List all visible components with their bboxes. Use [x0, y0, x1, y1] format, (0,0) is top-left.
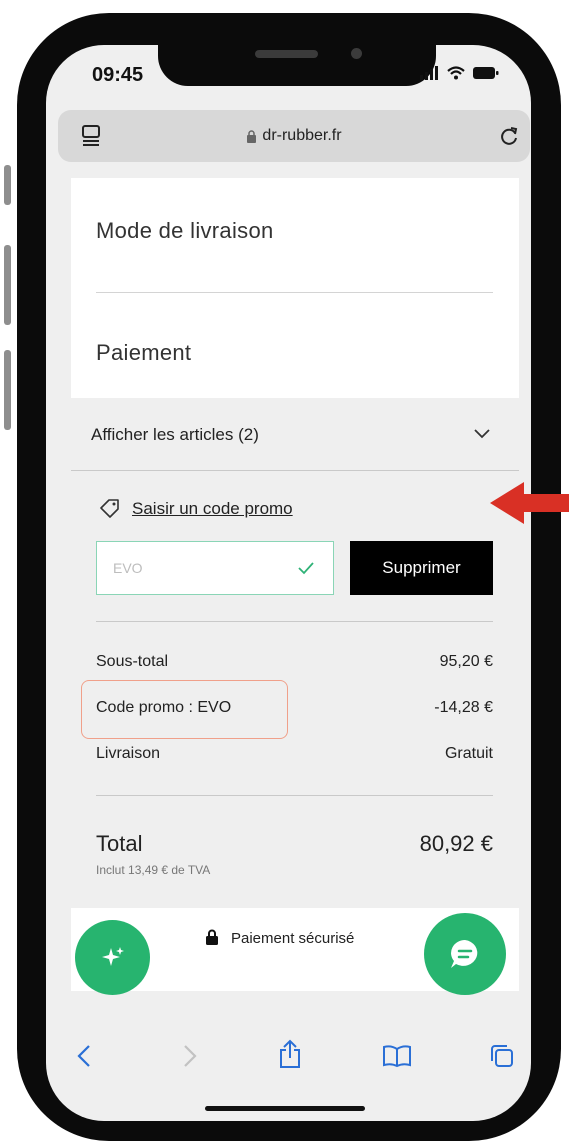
book-icon: [383, 1045, 411, 1068]
tabs-button[interactable]: [482, 1036, 522, 1076]
promo-code-value: EVO: [113, 560, 143, 576]
signal-icon: [420, 66, 438, 80]
chevron-down-icon: [474, 429, 490, 439]
padlock-icon: [206, 929, 218, 945]
reload-icon[interactable]: [498, 125, 520, 147]
share-button[interactable]: [270, 1032, 310, 1076]
promo-code-input[interactable]: EVO: [96, 541, 334, 595]
sparkle-icon: [101, 946, 124, 966]
volume-down-button: [4, 350, 11, 430]
total-label: Total: [96, 831, 143, 856]
shipping-row: Livraison Gratuit: [96, 745, 493, 763]
show-items-label: Afficher les articles (2): [91, 425, 259, 444]
secure-payment-label: Paiement sécurisé: [231, 930, 355, 947]
enter-promo-code-link[interactable]: Saisir un code promo: [132, 499, 293, 519]
browser-toolbar: [46, 1018, 531, 1098]
chat-bubble-icon: [451, 940, 478, 968]
remove-promo-button[interactable]: Supprimer: [350, 541, 493, 595]
ai-assistant-button[interactable]: [75, 920, 150, 995]
promo-discount-row: Code promo : EVO -14,28 €: [96, 699, 493, 717]
battery-icon: [473, 67, 499, 79]
share-icon: [280, 1039, 300, 1068]
subtotal-value: 95,20 €: [439, 653, 493, 670]
tag-icon: [100, 499, 119, 518]
show-items-toggle[interactable]: Afficher les articles (2): [71, 398, 519, 470]
shipping-value: Gratuit: [444, 745, 493, 762]
shipping-method-heading[interactable]: Mode de livraison: [96, 218, 274, 244]
home-indicator[interactable]: [205, 1106, 365, 1111]
check-icon: [298, 562, 314, 575]
promo-discount-value: -14,28 €: [434, 699, 493, 716]
front-camera: [351, 48, 362, 59]
divider: [96, 292, 493, 293]
checkout-panel: Mode de livraison Paiement Afficher les …: [71, 178, 519, 991]
volume-up-button: [4, 245, 11, 325]
vat-note: Inclut 13,49 € de TVA: [96, 863, 211, 877]
silent-switch: [4, 165, 11, 205]
url-display[interactable]: dr-rubber.fr: [58, 110, 530, 162]
wifi-icon: [447, 66, 465, 80]
subtotal-label: Sous-total: [96, 653, 169, 670]
divider: [96, 795, 493, 796]
total-row: Total 80,92 €: [96, 831, 493, 857]
payment-heading[interactable]: Paiement: [96, 340, 191, 366]
chevron-right-icon: [184, 1045, 197, 1067]
chevron-left-icon: [77, 1045, 90, 1067]
shipping-label: Livraison: [96, 745, 161, 762]
chat-button[interactable]: [424, 913, 506, 995]
status-time: 09:45: [92, 64, 144, 86]
url-text: dr-rubber.fr: [262, 127, 342, 144]
tabs-icon: [491, 1045, 513, 1067]
bookmarks-button[interactable]: [375, 1036, 419, 1076]
lock-icon: [247, 129, 257, 143]
annotation-arrow-icon: [490, 482, 569, 524]
back-button[interactable]: [64, 1036, 104, 1076]
address-bar[interactable]: dr-rubber.fr: [58, 110, 530, 162]
divider: [96, 621, 493, 622]
promo-discount-label: Code promo : EVO: [96, 699, 232, 716]
order-summary: Saisir un code promo EVO Supprimer Sous-…: [71, 471, 519, 908]
total-value: 80,92 €: [419, 831, 493, 856]
status-icons: [420, 66, 500, 80]
subtotal-row: Sous-total 95,20 €: [96, 653, 493, 671]
forward-button[interactable]: [170, 1036, 210, 1076]
speaker: [255, 50, 318, 58]
